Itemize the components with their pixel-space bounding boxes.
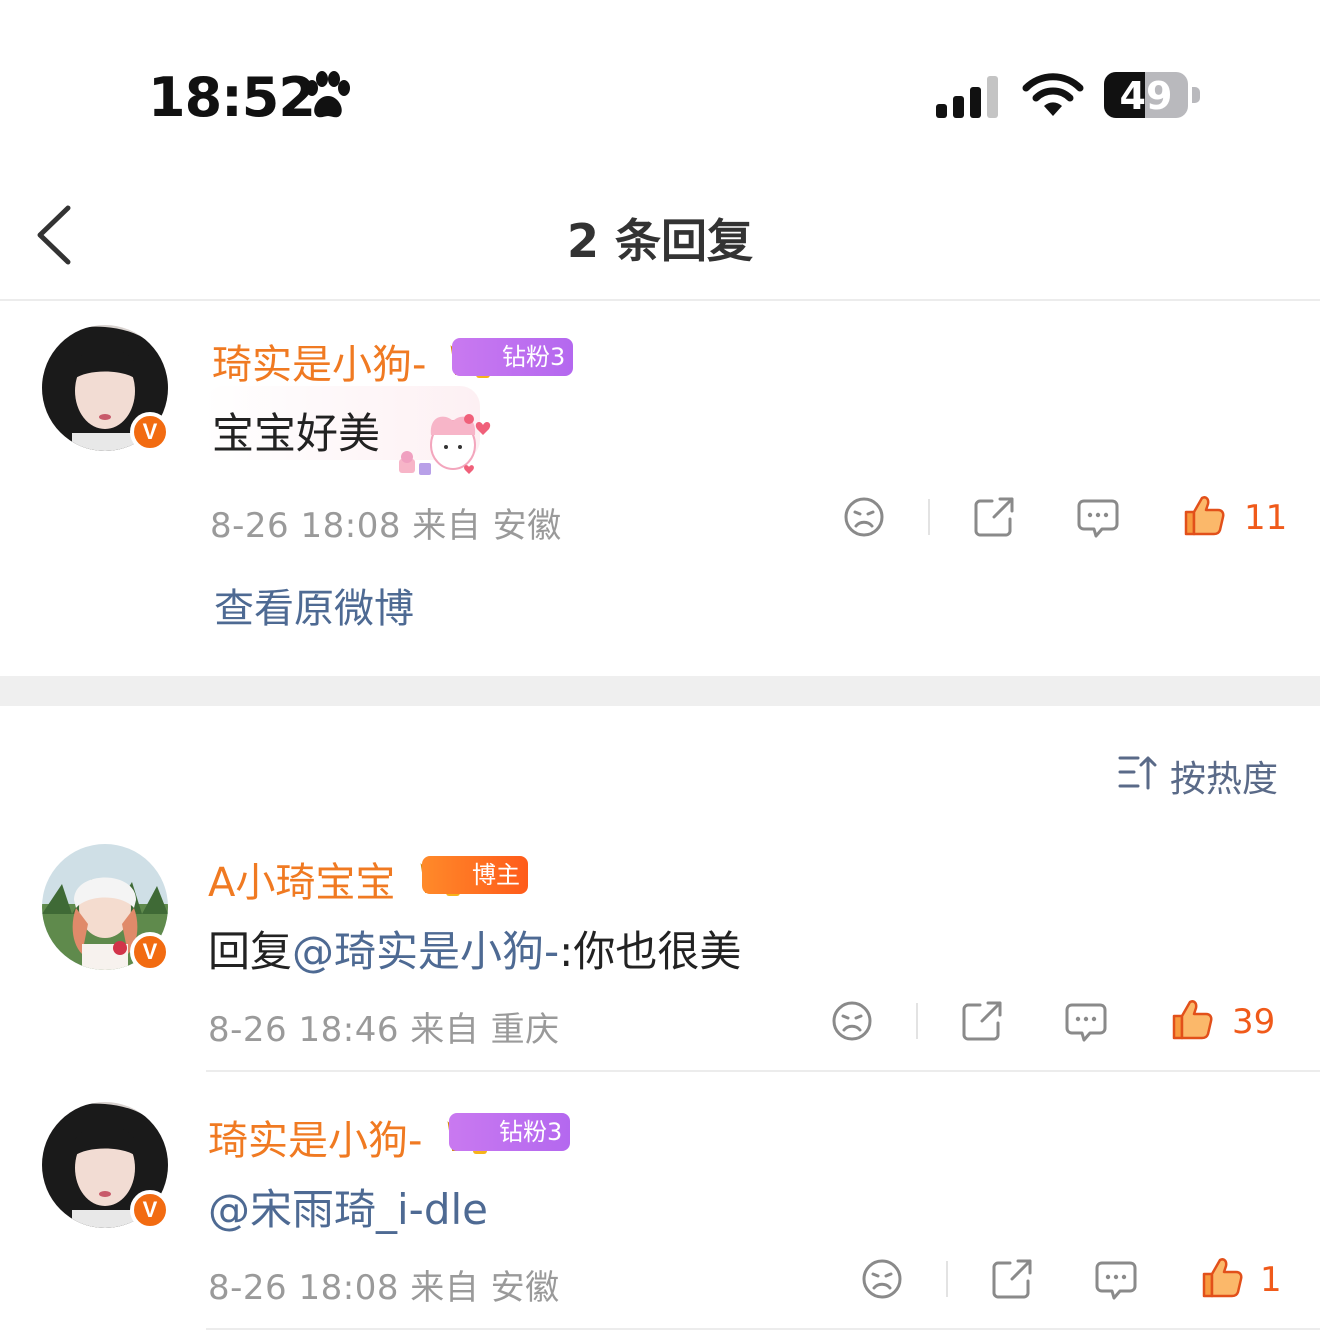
paw-icon	[306, 71, 350, 118]
comment-time: 8-26 18:08 来自 安徽	[210, 498, 562, 547]
comment-text: 宝宝好美	[212, 409, 381, 458]
reply-text: @宋雨琦_i-dle	[208, 1176, 488, 1237]
wifi-icon	[1022, 73, 1084, 116]
comment-date: 8-26 18:08	[210, 506, 401, 546]
dislike-icon[interactable]	[860, 1257, 904, 1301]
page-title: 2 条回复	[566, 214, 754, 268]
like-count: 1	[1260, 1260, 1282, 1300]
melody-sticker-icon	[399, 414, 491, 475]
comment-source: 来自 安徽	[410, 1268, 560, 1308]
signal-icon	[936, 76, 998, 118]
like-icon[interactable]	[1170, 998, 1214, 1042]
divider	[206, 1070, 1320, 1072]
share-icon[interactable]	[990, 1257, 1034, 1301]
verified-icon: V	[130, 1190, 170, 1230]
comment-date: 8-26 18:08	[208, 1268, 399, 1308]
section-divider	[0, 676, 1320, 706]
host-badge[interactable]: 博主	[422, 856, 528, 894]
sort-icon	[1118, 756, 1157, 790]
username[interactable]: 琦实是小狗-	[208, 1108, 422, 1166]
mention-link[interactable]: @琦实是小狗-	[292, 927, 559, 976]
dislike-icon[interactable]	[830, 999, 874, 1043]
like-icon[interactable]	[1200, 1256, 1244, 1300]
share-icon[interactable]	[972, 495, 1016, 539]
like-icon[interactable]	[1182, 494, 1226, 538]
verified-icon: V	[130, 412, 170, 452]
username[interactable]: 琦实是小狗-	[212, 332, 426, 390]
battery-indicator: 49	[1104, 72, 1200, 120]
comment-icon[interactable]	[1076, 497, 1120, 541]
reply-body: :你也很美	[559, 927, 742, 976]
share-icon[interactable]	[960, 999, 1004, 1043]
divider	[946, 1261, 948, 1297]
divider	[0, 299, 1320, 301]
fan-badge[interactable]: 钻粉3	[452, 338, 574, 376]
comment-source: 来自 安徽	[412, 506, 562, 546]
mention-link[interactable]: @宋雨琦_i-dle	[208, 1185, 488, 1234]
status-time: 18:52	[148, 66, 316, 129]
divider	[916, 1003, 918, 1039]
divider	[206, 1328, 1320, 1330]
reply-text: 回复@琦实是小狗-:你也很美	[208, 918, 741, 979]
like-count: 11	[1244, 498, 1288, 538]
divider	[928, 499, 930, 535]
verified-icon: V	[130, 932, 170, 972]
battery-percent: 49	[1119, 74, 1173, 118]
comment-time: 8-26 18:46 来自 重庆	[208, 1002, 560, 1051]
like-count: 39	[1232, 1002, 1276, 1042]
comment-icon[interactable]	[1064, 1001, 1108, 1045]
username[interactable]: A小琦宝宝	[208, 850, 395, 908]
reply-prefix: 回复	[208, 927, 293, 976]
dislike-icon[interactable]	[842, 495, 886, 539]
comment-source: 来自 重庆	[410, 1010, 560, 1050]
fan-badge[interactable]: 钻粉3	[449, 1113, 571, 1151]
sort-label: 按热度	[1170, 759, 1279, 800]
comment-date: 8-26 18:46	[208, 1010, 399, 1050]
comment-icon[interactable]	[1094, 1259, 1138, 1303]
view-original-link[interactable]: 查看原微博	[214, 576, 414, 634]
comment-time: 8-26 18:08 来自 安徽	[208, 1260, 560, 1309]
